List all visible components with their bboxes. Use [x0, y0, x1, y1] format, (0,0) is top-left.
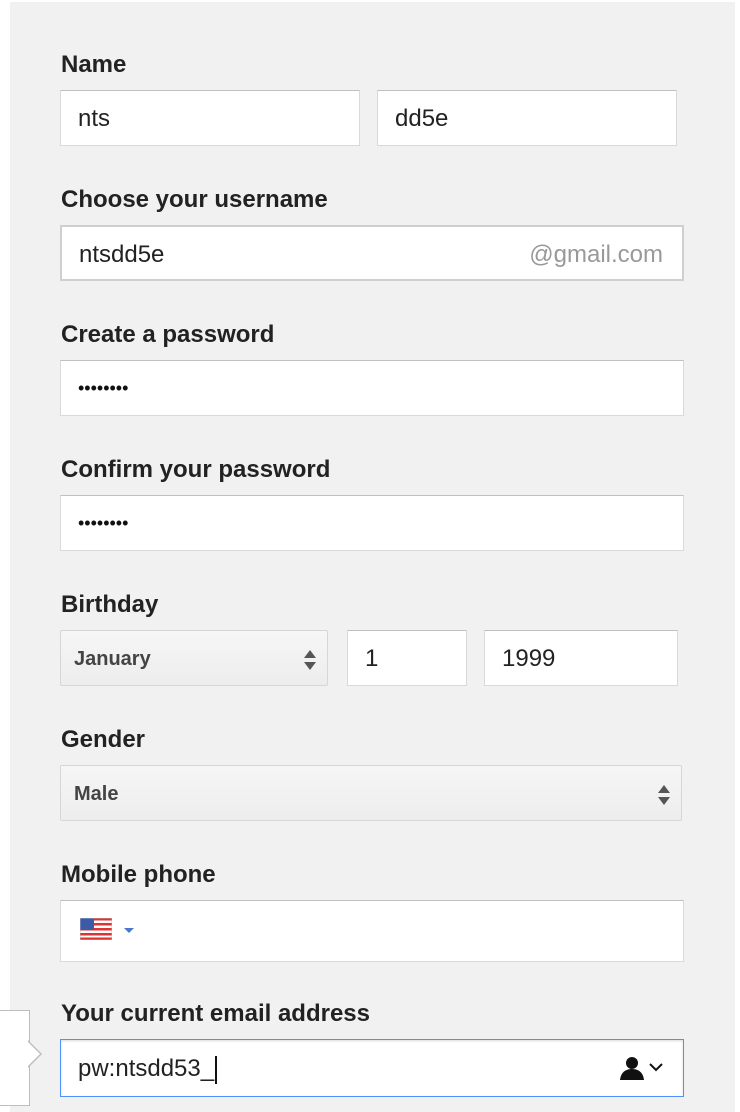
select-updown-icon — [658, 785, 670, 805]
current-email-value: pw:ntsdd53_ — [78, 1055, 215, 1082]
confirm-password-label: Confirm your password — [61, 456, 331, 483]
username-input[interactable]: ntsdd5e @gmail.com — [60, 225, 684, 281]
first-name-input[interactable]: nts — [60, 90, 360, 146]
text-cursor — [215, 1055, 218, 1084]
gender-label: Gender — [61, 726, 146, 753]
gmail-suffix: @gmail.com — [529, 241, 663, 268]
name-label: Name — [61, 51, 127, 78]
confirm-password-input[interactable]: •••••••• — [60, 495, 684, 551]
current-email-input[interactable]: pw:ntsdd53_ — [60, 1039, 684, 1097]
birth-year-input[interactable]: 1999 — [484, 630, 678, 686]
birth-month-select[interactable]: January — [60, 630, 328, 686]
birthday-label: Birthday — [61, 591, 159, 618]
last-name-input[interactable]: dd5e — [377, 90, 677, 146]
password-input[interactable]: •••••••• — [60, 360, 684, 416]
last-name-value: dd5e — [395, 105, 449, 132]
password-label: Create a password — [61, 321, 275, 348]
username-label: Choose your username — [61, 186, 328, 213]
mobile-phone-input[interactable] — [60, 900, 684, 962]
confirm-password-value: •••••••• — [78, 513, 129, 533]
chevron-down-icon — [124, 928, 134, 933]
tooltip-arrow-fill — [27, 1041, 40, 1067]
tooltip-bubble — [0, 1010, 30, 1106]
chevron-down-icon[interactable] — [649, 1062, 663, 1072]
password-value: •••••••• — [78, 378, 129, 398]
birth-day-value: 1 — [365, 645, 379, 672]
first-name-value: nts — [78, 105, 111, 132]
current-email-label: Your current email address — [61, 1000, 370, 1027]
birth-month-value: January — [74, 648, 151, 670]
birth-day-input[interactable]: 1 — [347, 630, 467, 686]
current-email-text: pw:ntsdd53_ — [78, 1040, 218, 1098]
mobile-phone-label: Mobile phone — [61, 861, 216, 888]
username-value: ntsdd5e — [79, 241, 165, 268]
us-flag-icon — [80, 918, 112, 940]
gender-value: Male — [74, 783, 119, 805]
person-icon[interactable] — [619, 1056, 645, 1080]
select-updown-icon — [304, 650, 316, 670]
gender-select[interactable]: Male — [60, 765, 682, 821]
birth-year-value: 1999 — [502, 645, 556, 672]
country-selector[interactable] — [61, 901, 141, 961]
